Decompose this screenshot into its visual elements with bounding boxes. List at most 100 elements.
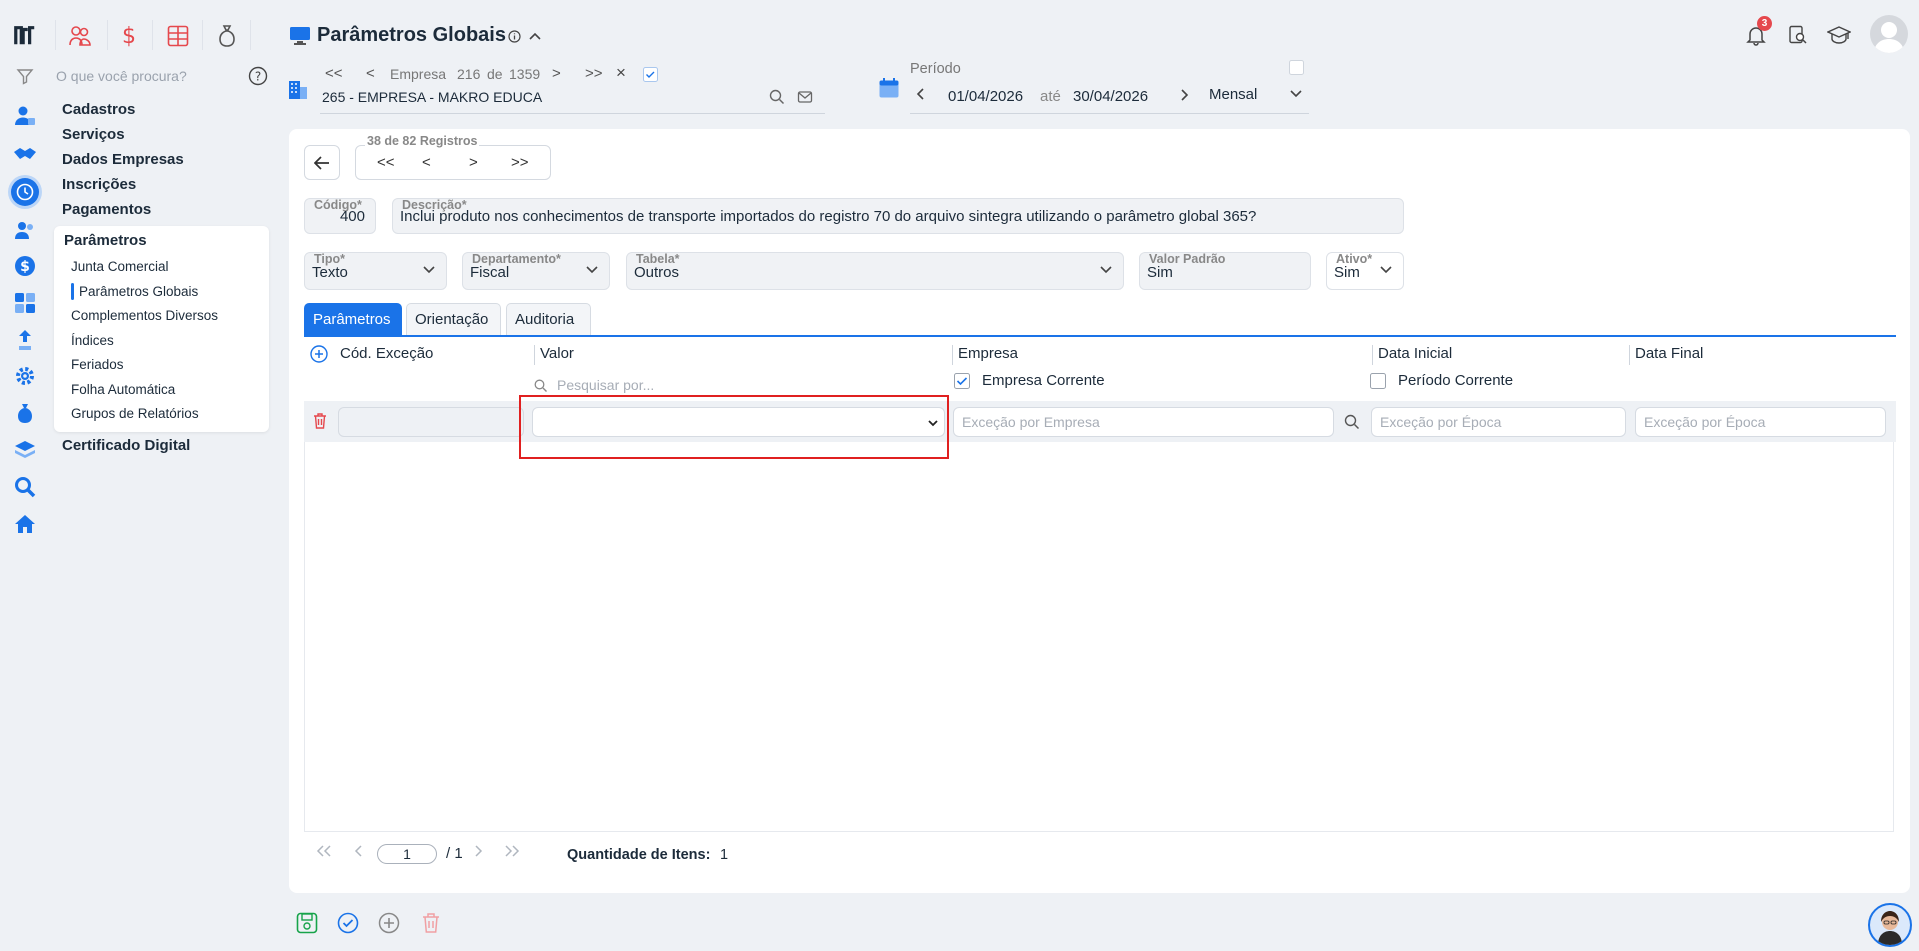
record-last-button[interactable]: >>: [511, 154, 529, 171]
tab-orientacao[interactable]: Orientação: [406, 303, 501, 335]
company-search-icon[interactable]: [769, 89, 785, 105]
clock-icon[interactable]: [11, 178, 39, 206]
tipo-select[interactable]: Tipo* Texto: [304, 252, 447, 290]
menu-item-certificado-digital[interactable]: Certificado Digital: [62, 437, 190, 454]
company-clear-button[interactable]: ×: [616, 63, 626, 83]
calculator-icon[interactable]: [13, 291, 37, 315]
submenu-item-grupos-de-relatorios[interactable]: Grupos de Relatórios: [71, 406, 199, 421]
submenu-item-junta-comercial[interactable]: Junta Comercial: [71, 259, 169, 274]
menu-item-dados-empresas[interactable]: Dados Empresas: [62, 151, 184, 168]
column-empresa[interactable]: Empresa: [952, 345, 1018, 365]
trash-icon[interactable]: [312, 412, 328, 430]
submenu-item-complementos-diversos[interactable]: Complementos Diversos: [71, 308, 218, 323]
pager-last-button[interactable]: [504, 845, 520, 857]
dollar-app-icon[interactable]: $: [115, 22, 143, 50]
divider: [152, 20, 153, 50]
handshake-icon[interactable]: [13, 142, 37, 166]
column-data-inicial[interactable]: Data Inicial: [1372, 345, 1452, 365]
codigo-field[interactable]: Código* 400: [304, 198, 376, 234]
help-icon[interactable]: ?: [248, 66, 268, 86]
record-first-button[interactable]: <<: [377, 154, 395, 171]
submenu-item-parametros-globais[interactable]: Parâmetros Globais: [79, 284, 198, 299]
valor-padrao-field[interactable]: Valor Padrão Sim: [1139, 252, 1311, 290]
ativo-value: Sim: [1334, 264, 1360, 281]
empresa-corrente-checkbox[interactable]: [954, 373, 970, 389]
data-inicial-input[interactable]: Exceção por Época: [1371, 407, 1626, 437]
save-icon[interactable]: [296, 912, 320, 936]
info-icon[interactable]: [508, 30, 521, 43]
pager-prev-button[interactable]: [354, 845, 364, 857]
pager-first-button[interactable]: [316, 845, 332, 857]
graduation-cap-icon[interactable]: [1827, 25, 1851, 45]
user-avatar[interactable]: [1870, 15, 1908, 53]
users-icon[interactable]: [13, 218, 37, 242]
assistant-avatar[interactable]: [1868, 903, 1912, 947]
user-register-icon[interactable]: [13, 104, 37, 128]
tab-parametros[interactable]: Parâmetros: [304, 303, 402, 335]
submenu-item-feriados[interactable]: Feriados: [71, 357, 124, 372]
record-prev-button[interactable]: <: [422, 154, 431, 171]
money-bag-app-icon[interactable]: [213, 22, 241, 50]
chevron-down-icon[interactable]: [1289, 89, 1303, 99]
spreadsheet-app-icon[interactable]: [164, 22, 192, 50]
menu-item-servicos[interactable]: Serviços: [62, 126, 125, 143]
filter-icon[interactable]: [13, 64, 37, 88]
chevron-down-icon: [1100, 266, 1112, 274]
money-bag-icon[interactable]: [13, 401, 37, 425]
empresa-search-icon[interactable]: [1344, 414, 1360, 430]
period-checkbox[interactable]: [1289, 60, 1304, 75]
descricao-field[interactable]: Descrição* Inclui produto nos conhecimen…: [392, 198, 1404, 234]
column-cod-excecao[interactable]: Cód. Exceção: [335, 345, 433, 365]
mail-icon[interactable]: [797, 89, 813, 105]
upload-person-icon[interactable]: [13, 328, 37, 352]
period-start-date[interactable]: 01/04/2026: [948, 88, 1023, 105]
collapse-chevron-icon[interactable]: [528, 31, 542, 41]
period-mode-select[interactable]: Mensal: [1209, 86, 1257, 103]
people-app-icon[interactable]: [66, 22, 94, 50]
document-search-icon[interactable]: [1788, 25, 1808, 45]
data-final-input[interactable]: Exceção por Época: [1635, 407, 1886, 437]
menu-item-pagamentos[interactable]: Pagamentos: [62, 201, 151, 218]
add-icon[interactable]: [378, 912, 402, 936]
submenu-item-indices[interactable]: Índices: [71, 333, 114, 348]
valor-search-input[interactable]: Pesquisar por...: [557, 377, 654, 393]
confirm-icon[interactable]: [337, 912, 361, 936]
company-filter-checkbox[interactable]: [643, 67, 658, 82]
departamento-select[interactable]: Departamento* Fiscal: [462, 252, 610, 290]
tab-auditoria[interactable]: Auditoria: [506, 303, 591, 335]
menu-item-inscricoes[interactable]: Inscrições: [62, 176, 136, 193]
company-last-button[interactable]: >>: [585, 65, 603, 82]
pager-next-button[interactable]: [473, 845, 483, 857]
quantity-value: 1: [720, 847, 729, 863]
empresa-excecao-input[interactable]: Exceção por Empresa: [953, 407, 1334, 437]
record-next-button[interactable]: >: [469, 154, 478, 171]
layers-icon[interactable]: [13, 438, 37, 462]
company-first-button[interactable]: <<: [325, 65, 343, 82]
column-valor[interactable]: Valor: [534, 345, 574, 365]
submenu-title[interactable]: Parâmetros: [64, 232, 147, 249]
company-next-button[interactable]: >: [552, 65, 561, 82]
gear-icon[interactable]: [13, 364, 37, 388]
app-logo-icon[interactable]: [13, 24, 37, 48]
tabela-select[interactable]: Tabela* Outros: [626, 252, 1124, 290]
menu-item-cadastros[interactable]: Cadastros: [62, 101, 135, 118]
cod-excecao-input[interactable]: [338, 407, 524, 437]
period-end-date[interactable]: 30/04/2026: [1073, 88, 1148, 105]
submenu-item-folha-automatica[interactable]: Folha Automática: [71, 382, 175, 397]
calendar-icon[interactable]: [878, 77, 900, 99]
menu-search-input[interactable]: O que você procura?: [56, 68, 187, 84]
company-prev-button[interactable]: <: [366, 65, 375, 82]
dollar-icon[interactable]: $: [13, 254, 37, 278]
period-next-button[interactable]: [1180, 88, 1190, 102]
back-button[interactable]: [304, 145, 340, 180]
search-icon[interactable]: [13, 475, 37, 499]
ativo-select[interactable]: Ativo* Sim: [1326, 252, 1404, 290]
home-icon[interactable]: [13, 512, 37, 536]
period-prev-button[interactable]: [915, 87, 925, 101]
notification-badge: 3: [1757, 16, 1772, 31]
column-data-final[interactable]: Data Final: [1629, 345, 1703, 365]
add-row-icon[interactable]: [310, 345, 328, 363]
periodo-corrente-checkbox[interactable]: [1370, 373, 1386, 389]
page-input[interactable]: 1: [377, 844, 437, 864]
delete-icon[interactable]: [421, 912, 445, 936]
